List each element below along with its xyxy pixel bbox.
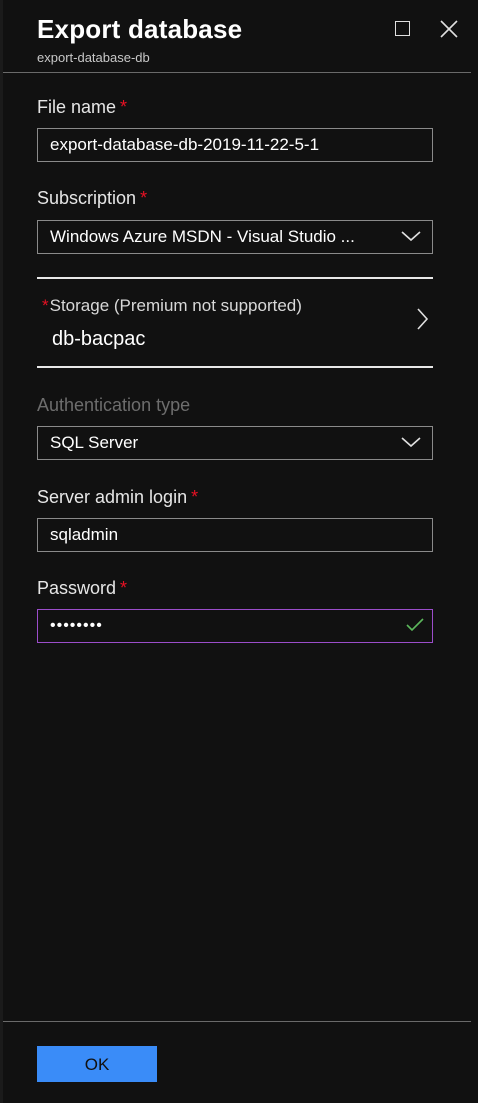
file-name-input[interactable]: export-database-db-2019-11-22-5-1 — [37, 128, 433, 162]
storage-bottom-rule — [37, 366, 433, 368]
page-title: Export database — [37, 14, 243, 44]
file-name-label-text: File name — [37, 97, 117, 117]
server-admin-login-label: Server admin login * — [37, 487, 198, 508]
checkmark-icon — [406, 618, 424, 632]
page-subtitle: export-database-db — [37, 50, 150, 65]
footer-divider — [3, 1021, 471, 1022]
file-name-value: export-database-db-2019-11-22-5-1 — [50, 135, 320, 154]
server-admin-login-input[interactable]: sqladmin — [37, 518, 433, 552]
server-admin-login-value: sqladmin — [50, 525, 119, 544]
chevron-down-icon — [401, 231, 421, 242]
file-name-label: File name * — [37, 97, 127, 118]
password-input[interactable]: •••••••• — [37, 609, 433, 643]
storage-label-text: Storage (Premium not supported) — [49, 296, 302, 315]
maximize-icon — [395, 21, 410, 36]
required-marker: * — [120, 97, 128, 117]
required-marker: * — [191, 487, 199, 507]
subscription-value: Windows Azure MSDN - Visual Studio ... — [50, 227, 355, 246]
authentication-type-dropdown[interactable]: SQL Server — [37, 426, 433, 460]
authentication-type-value: SQL Server — [50, 433, 139, 452]
subscription-label: Subscription * — [37, 188, 147, 209]
chevron-down-icon — [401, 437, 421, 448]
required-marker: * — [42, 296, 49, 315]
authentication-type-label: Authentication type — [37, 395, 191, 415]
chevron-right-icon — [417, 308, 429, 330]
subscription-dropdown[interactable]: Windows Azure MSDN - Visual Studio ... — [37, 220, 433, 254]
password-label-text: Password — [37, 578, 117, 598]
close-button[interactable] — [438, 18, 460, 40]
header-divider — [3, 72, 471, 73]
storage-value: db-bacpac — [52, 328, 146, 350]
password-label: Password * — [37, 578, 127, 599]
required-marker: * — [120, 578, 128, 598]
required-marker: * — [140, 188, 148, 208]
subscription-label-text: Subscription — [37, 188, 137, 208]
maximize-button[interactable] — [394, 20, 412, 38]
server-admin-login-label-text: Server admin login — [37, 487, 188, 507]
storage-top-rule — [37, 277, 433, 279]
storage-label: *Storage (Premium not supported) — [42, 296, 302, 316]
storage-selector[interactable]: *Storage (Premium not supported) db-bacp… — [37, 277, 433, 369]
password-value: •••••••• — [50, 617, 103, 634]
close-icon — [440, 20, 458, 38]
panel-left-edge — [0, 0, 3, 1103]
ok-button[interactable]: OK — [37, 1046, 157, 1082]
